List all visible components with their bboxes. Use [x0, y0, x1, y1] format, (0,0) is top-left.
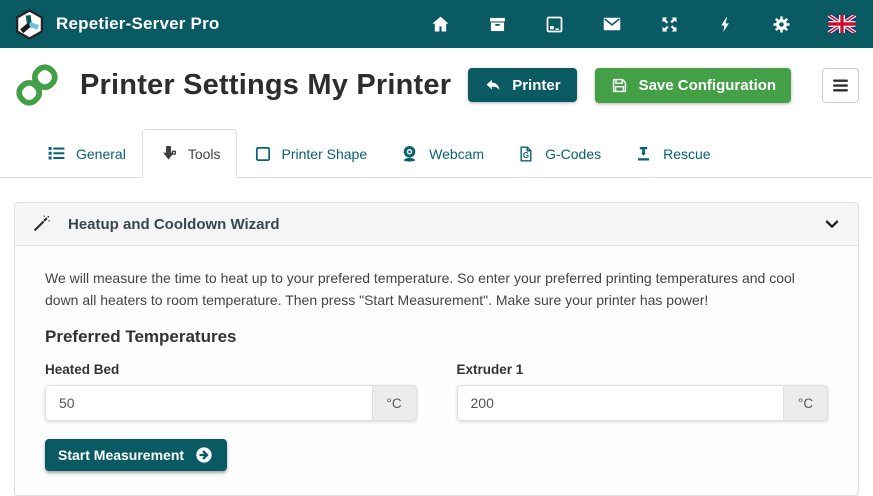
expand-arrows-icon[interactable] — [659, 14, 680, 35]
lightning-bolt-icon[interactable] — [716, 14, 735, 35]
section-title: Preferred Temperatures — [45, 327, 828, 347]
tab-rescue[interactable]: Rescue — [617, 129, 726, 178]
tab-printer-shape[interactable]: Printer Shape — [237, 129, 384, 178]
heated-bed-unit: °C — [372, 385, 417, 421]
heated-bed-label: Heated Bed — [45, 362, 417, 377]
heatup-wizard-panel: Heatup and Cooldown Wizard We will measu… — [14, 202, 859, 496]
uk-flag-icon[interactable] — [828, 15, 856, 33]
extruder-1-unit: °C — [783, 385, 828, 421]
extruder-1-label: Extruder 1 — [457, 362, 829, 377]
tab-general[interactable]: General — [30, 129, 142, 178]
printer-button[interactable]: Printer — [468, 68, 576, 102]
panel-body: We will measure the time to heat up to y… — [15, 246, 858, 495]
nozzle-icon — [633, 143, 654, 164]
start-measurement-button[interactable]: Start Measurement — [45, 439, 227, 471]
extruder-icon — [158, 143, 179, 164]
temperature-fields: Heated Bed °C Extruder 1 °C — [45, 362, 828, 421]
reply-arrow-icon — [484, 76, 502, 94]
square-outline-icon — [253, 144, 273, 164]
chevron-down-icon[interactable] — [822, 214, 842, 234]
repetier-logo-icon — [14, 9, 45, 40]
extruder-1-field: Extruder 1 °C — [457, 362, 829, 421]
floppy-disk-icon — [610, 76, 629, 95]
hamburger-menu-button[interactable] — [822, 68, 859, 103]
save-configuration-button[interactable]: Save Configuration — [595, 68, 792, 103]
tab-webcam[interactable]: Webcam — [383, 129, 500, 178]
heated-bed-input[interactable] — [45, 385, 372, 421]
chain-link-icon — [14, 62, 60, 108]
heated-bed-field: Heated Bed °C — [45, 362, 417, 421]
page-header: Printer Settings My Printer Printer Save… — [0, 48, 873, 117]
tab-gcodes[interactable]: G G-Codes — [500, 129, 617, 178]
print-bed-icon[interactable] — [544, 14, 565, 35]
panel-heading[interactable]: Heatup and Cooldown Wizard — [15, 203, 858, 246]
list-icon — [46, 143, 67, 164]
home-icon[interactable] — [430, 14, 451, 35]
panel-title: Heatup and Cooldown Wizard — [68, 216, 280, 233]
extruder-1-input[interactable] — [457, 385, 784, 421]
magic-wand-icon — [31, 214, 51, 234]
archive-box-icon[interactable] — [487, 14, 508, 35]
page-title: Printer Settings My Printer — [80, 66, 451, 104]
navbar-icons — [430, 13, 859, 35]
hamburger-icon — [830, 75, 851, 96]
brand-title: Repetier-Server Pro — [56, 14, 219, 34]
envelope-icon[interactable] — [601, 13, 623, 35]
svg-text:G: G — [523, 151, 529, 160]
top-navbar: Repetier-Server Pro — [0, 0, 873, 48]
settings-tab-bar: General Tools Printer Shape Webca — [0, 129, 873, 178]
gcode-file-icon: G — [516, 144, 536, 164]
webcam-icon — [399, 143, 420, 164]
arrow-right-circle-icon — [194, 445, 214, 465]
wizard-description: We will measure the time to heat up to y… — [45, 268, 828, 311]
tab-tools[interactable]: Tools — [142, 129, 237, 178]
gear-icon[interactable] — [771, 14, 792, 35]
brand[interactable]: Repetier-Server Pro — [14, 9, 219, 40]
